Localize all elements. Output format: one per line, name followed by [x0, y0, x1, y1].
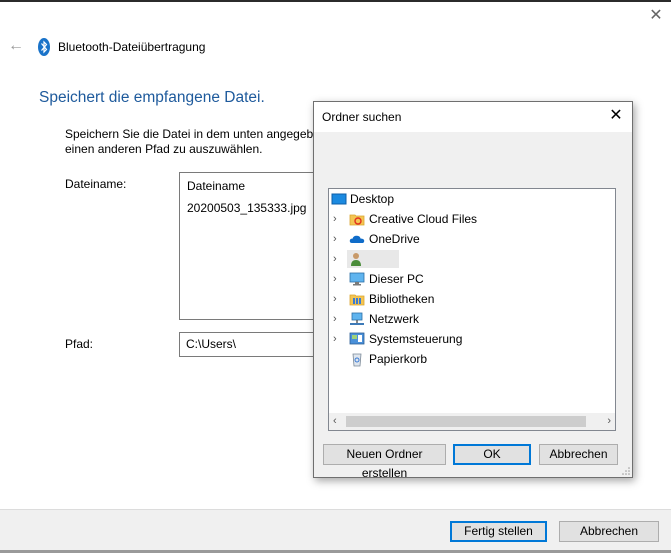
footer-bar: Fertig stellen Abbrechen	[0, 509, 671, 551]
dialog-title: Ordner suchen	[322, 110, 402, 124]
resize-grip-icon[interactable]	[622, 467, 630, 475]
file-list[interactable]: Dateiname 20200503_135333.jpg	[179, 172, 321, 320]
chevron-right-icon[interactable]: ›	[333, 333, 343, 345]
tree-item-label: Netzwerk	[369, 312, 420, 326]
tree-item-this-pc[interactable]: › Dieser PC	[329, 269, 615, 289]
chevron-right-icon[interactable]: ›	[333, 293, 343, 305]
description-line-2: einen anderen Pfad zu auszuwählen.	[65, 141, 263, 156]
tree-item-label: Dieser PC	[369, 272, 424, 286]
ok-button[interactable]: OK	[453, 444, 531, 465]
tree-item-label: Systemsteuerung	[369, 332, 463, 346]
description-line-1: Speichern Sie die Datei in dem unten ang…	[65, 127, 315, 141]
new-folder-button[interactable]: Neuen Ordner erstellen	[323, 444, 446, 480]
description: Speichern Sie die Datei in dem unten ang…	[65, 127, 315, 159]
tree-item-label: Bibliotheken	[369, 292, 435, 306]
network-icon	[350, 312, 364, 325]
tree-item-label: OneDrive	[369, 232, 420, 246]
scroll-left-icon[interactable]: ‹	[333, 415, 337, 427]
scroll-right-icon[interactable]: ›	[607, 415, 611, 427]
dialog-cancel-button[interactable]: Abbrechen	[539, 444, 618, 465]
bluetooth-icon	[38, 38, 50, 56]
tree-item-user[interactable]: ›	[329, 249, 615, 269]
libraries-icon	[349, 294, 365, 306]
path-value: C:\Users\	[186, 337, 237, 351]
finish-button[interactable]: Fertig stellen	[450, 521, 547, 542]
tree-item-control-panel[interactable]: › Systemsteuerung	[329, 329, 615, 349]
computer-icon	[349, 272, 365, 286]
control-panel-icon	[349, 332, 365, 345]
tree-item-label: Papierkorb	[369, 352, 428, 366]
file-list-item[interactable]: 20200503_135333.jpg	[187, 201, 306, 215]
tree-item-network[interactable]: › Netzwerk	[329, 309, 615, 329]
creative-cloud-folder-icon	[349, 214, 365, 226]
dialog-close-icon[interactable]: ✕	[608, 107, 624, 125]
folder-tree[interactable]: Desktop › Creative Cloud Files › OneDriv…	[328, 188, 616, 431]
dialog-titlebar: Ordner suchen ✕	[314, 102, 632, 132]
tree-item-label: Desktop	[350, 192, 395, 206]
cancel-button[interactable]: Abbrechen	[559, 521, 659, 542]
tree-item-creative-cloud[interactable]: › Creative Cloud Files	[329, 209, 615, 229]
onedrive-icon	[349, 235, 365, 243]
chevron-right-icon[interactable]: ›	[333, 253, 343, 265]
path-label: Pfad:	[65, 337, 94, 351]
tree-item-onedrive[interactable]: › OneDrive	[329, 229, 615, 249]
tree-item-desktop[interactable]: Desktop	[329, 189, 615, 209]
chevron-right-icon[interactable]: ›	[333, 213, 343, 225]
chevron-right-icon[interactable]: ›	[333, 313, 343, 325]
user-icon	[351, 253, 361, 266]
path-input[interactable]: C:\Users\	[179, 332, 321, 357]
tree-item-label: Creative Cloud Files	[369, 212, 478, 226]
window-close-icon[interactable]: ✕	[649, 8, 663, 24]
back-arrow-icon[interactable]: ←	[8, 38, 24, 54]
recycle-bin-icon	[352, 353, 362, 367]
chevron-right-icon[interactable]: ›	[333, 273, 343, 285]
scrollbar-thumb[interactable]	[346, 416, 586, 427]
tree-item-libraries[interactable]: › Bibliotheken	[329, 289, 615, 309]
tree-item-recycle-bin[interactable]: Papierkorb	[329, 349, 615, 369]
window-title: Bluetooth-Dateiübertragung	[58, 40, 206, 54]
file-column-header[interactable]: Dateiname	[187, 179, 245, 193]
filename-label: Dateiname:	[65, 177, 127, 191]
desktop-icon	[331, 193, 347, 205]
horizontal-scrollbar[interactable]: ‹ ›	[329, 413, 615, 430]
page-heading: Speichert die empfangene Datei.	[39, 89, 265, 106]
window-top-border	[0, 0, 671, 2]
chevron-right-icon[interactable]: ›	[333, 233, 343, 245]
folder-browse-dialog: Ordner suchen ✕ Desktop › Creative Cloud…	[313, 101, 633, 480]
